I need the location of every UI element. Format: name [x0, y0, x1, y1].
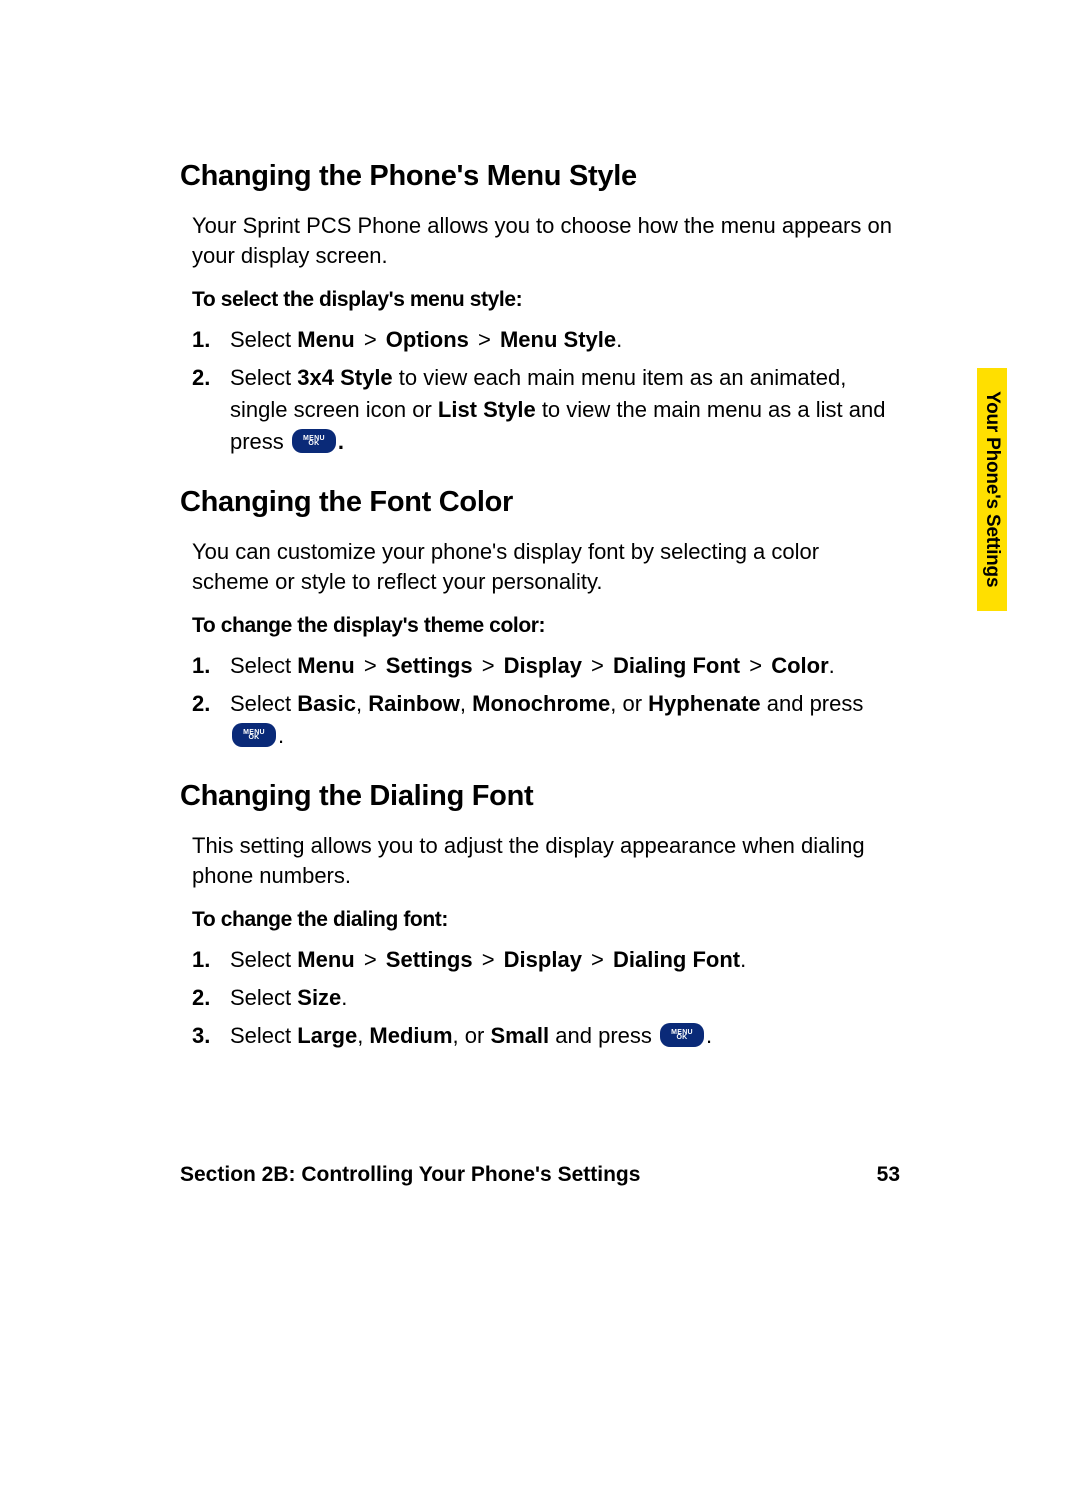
step-bold-text: Monochrome: [472, 691, 610, 716]
step-item: 2. Select Size.: [192, 982, 900, 1014]
section: Changing the Phone's Menu Style Your Spri…: [180, 160, 900, 458]
menu-ok-icon: MENUOK: [232, 723, 276, 747]
step-text: >: [585, 653, 610, 678]
step-bold-text: Menu: [297, 653, 354, 678]
section-heading: Changing the Font Color: [180, 486, 900, 519]
step-text: and press: [761, 691, 864, 716]
step-text: .: [706, 1023, 712, 1048]
section: Changing the Dialing Font This setting al…: [180, 780, 900, 1052]
step-bold-text: Small: [490, 1023, 549, 1048]
side-tab-label: Your Phone's Settings: [981, 391, 1003, 587]
step-number: 1.: [192, 324, 210, 356]
page-footer: Section 2B: Controlling Your Phone's Set…: [180, 1163, 900, 1187]
step-bold-text: Rainbow: [368, 691, 460, 716]
step-text: Select: [230, 327, 297, 352]
step-number: 2.: [192, 362, 210, 394]
step-number: 1.: [192, 650, 210, 682]
step-text: >: [476, 947, 501, 972]
step-item: 1. Select Menu > Settings > Display > Dia…: [192, 650, 900, 682]
step-bold-text: Size: [297, 985, 341, 1010]
step-bold-text: Basic: [297, 691, 356, 716]
step-bold-text: Menu: [297, 327, 354, 352]
step-item: 1. Select Menu > Settings > Display > Dia…: [192, 944, 900, 976]
step-text: >: [358, 327, 383, 352]
section-subheading: To change the display's theme color:: [192, 614, 900, 638]
step-text: .: [341, 985, 347, 1010]
section-intro: Your Sprint PCS Phone allows you to choo…: [192, 211, 900, 270]
step-text: >: [472, 327, 497, 352]
step-bold-text: Medium: [369, 1023, 452, 1048]
step-text: >: [358, 653, 383, 678]
step-bold-text: Large: [297, 1023, 357, 1048]
sections-container: Changing the Phone's Menu Style Your Spri…: [180, 160, 900, 1052]
step-list: 1. Select Menu > Settings > Display > Dia…: [192, 944, 900, 1052]
step-text: >: [585, 947, 610, 972]
step-bold-text: Dialing Font: [613, 947, 740, 972]
step-bold-text: Dialing Font: [613, 653, 740, 678]
section-intro: This setting allows you to adjust the di…: [192, 831, 900, 890]
section-heading: Changing the Phone's Menu Style: [180, 160, 900, 193]
step-text: Select: [230, 947, 297, 972]
step-item: 2.Select Basic, Rainbow, Monochrome, or …: [192, 688, 900, 752]
step-bold-text: 3x4 Style: [297, 365, 392, 390]
step-number: 1.: [192, 944, 210, 976]
step-text: , or: [453, 1023, 491, 1048]
section-subheading: To change the dialing font:: [192, 908, 900, 932]
step-text: .: [278, 723, 284, 748]
step-item: 1. Select Menu > Options > Menu Style.: [192, 324, 900, 356]
step-text: .: [829, 653, 835, 678]
step-text: >: [476, 653, 501, 678]
section-intro: You can customize your phone's display f…: [192, 537, 900, 596]
step-bold-text: Menu Style: [500, 327, 616, 352]
step-list: 1. Select Menu > Options > Menu Style. 2. S…: [192, 324, 900, 458]
step-text: Select: [230, 365, 297, 390]
step-bold-text: Settings: [386, 653, 473, 678]
menu-ok-icon: MENUOK: [660, 1023, 704, 1047]
step-text: >: [358, 947, 383, 972]
step-text: ,: [356, 691, 368, 716]
step-text: Select: [230, 691, 297, 716]
section-heading: Changing the Dialing Font: [180, 780, 900, 813]
footer-page-number: 53: [877, 1163, 900, 1187]
section: Changing the Font Color You can customize…: [180, 486, 900, 752]
step-bold-text: List Style: [438, 397, 536, 422]
step-item: 2.Select 3x4 Style to view each main men…: [192, 362, 900, 458]
step-text: .: [740, 947, 746, 972]
step-bold-text: Hyphenate: [648, 691, 760, 716]
step-list: 1. Select Menu > Settings > Display > Dia…: [192, 650, 900, 752]
side-tab: Your Phone's Settings: [977, 368, 1007, 611]
step-text: .: [616, 327, 622, 352]
step-text: and press: [549, 1023, 658, 1048]
menu-ok-icon-ok-label: OK: [248, 735, 259, 741]
footer-section-title: Section 2B: Controlling Your Phone's Set…: [180, 1163, 640, 1187]
step-text: Select: [230, 653, 297, 678]
step-number: 2.: [192, 688, 210, 720]
step-text: Select: [230, 1023, 297, 1048]
step-bold-text: Menu: [297, 947, 354, 972]
step-number: 3.: [192, 1020, 210, 1052]
step-text: , or: [610, 691, 648, 716]
menu-ok-icon-ok-label: OK: [676, 1035, 687, 1041]
step-bold-text: Options: [386, 327, 469, 352]
step-bold-text: Color: [771, 653, 828, 678]
step-bold-text: .: [338, 429, 344, 454]
section-subheading: To select the display's menu style:: [192, 288, 900, 312]
page-content: Changing the Phone's Menu Style Your Spri…: [0, 0, 1080, 1512]
step-text: ,: [357, 1023, 369, 1048]
step-bold-text: Settings: [386, 947, 473, 972]
menu-ok-icon: MENUOK: [292, 429, 336, 453]
step-bold-text: Display: [504, 947, 582, 972]
menu-ok-icon-ok-label: OK: [308, 441, 319, 447]
step-bold-text: Display: [504, 653, 582, 678]
step-number: 2.: [192, 982, 210, 1014]
step-item: 3. Select Large, Medium, or Small and pre…: [192, 1020, 900, 1052]
step-text: ,: [460, 691, 472, 716]
step-text: Select: [230, 985, 297, 1010]
step-text: >: [743, 653, 768, 678]
